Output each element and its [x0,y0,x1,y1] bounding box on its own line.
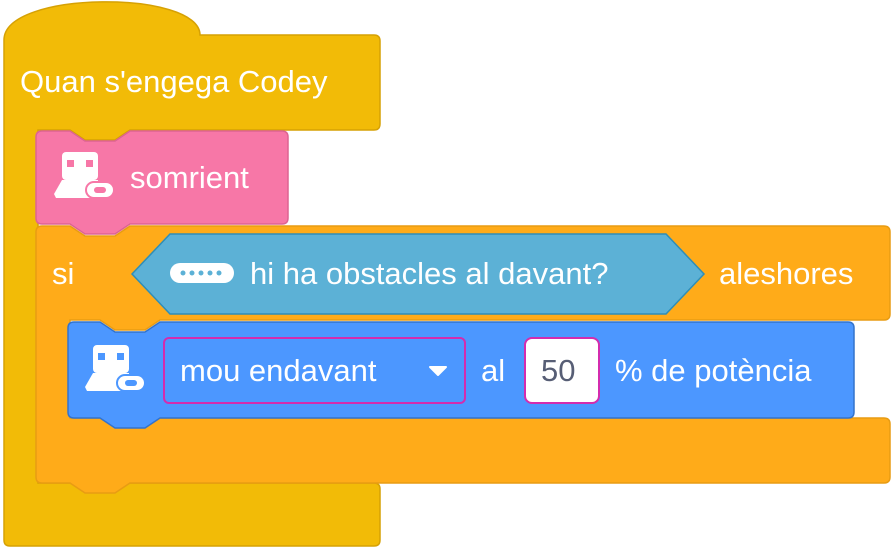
if-label: si [52,256,75,291]
power-value: 50 [541,353,576,388]
ultrasonic-sensor-icon [170,263,234,283]
direction-dropdown-value: mou endavant [180,353,377,388]
power-input[interactable]: 50 [524,337,600,404]
chevron-down-icon [429,366,447,376]
hat-block-label: Quan s'engega Codey [20,64,328,99]
condition-label: hi ha obstacles al davant? [250,256,609,291]
direction-dropdown[interactable]: mou endavant [163,337,466,404]
at-label: al [481,353,506,388]
face-block-label: somrient [130,160,249,195]
unit-label: % de potència [615,353,812,388]
then-label: aleshores [719,256,854,291]
